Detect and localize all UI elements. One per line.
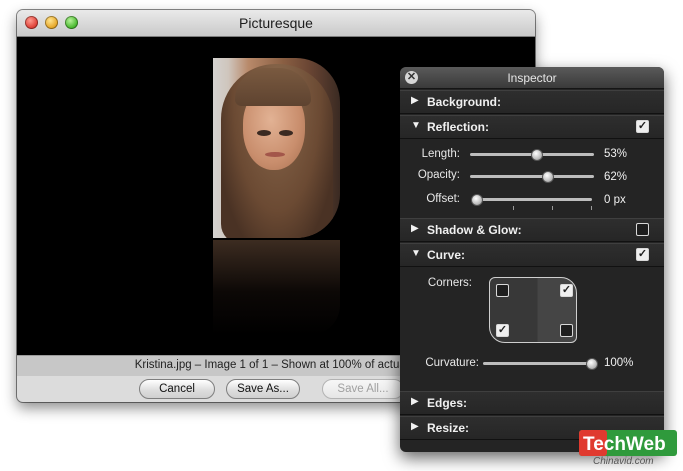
- section-label: Shadow & Glow:: [427, 223, 522, 237]
- watermark-logo: TechWeb Chinavid.com: [577, 428, 679, 467]
- save-all-button[interactable]: Save All...: [322, 379, 404, 399]
- photo-reflection: [213, 240, 340, 335]
- offset-value: 0 px: [604, 194, 626, 206]
- portrait-photo: [213, 58, 340, 238]
- disclosure-collapsed-icon[interactable]: ▶: [411, 95, 419, 106]
- length-label: Length:: [421, 148, 460, 160]
- section-label: Curve:: [427, 248, 466, 262]
- offset-tick: [552, 206, 553, 210]
- curvature-label: Curvature:: [425, 357, 479, 369]
- length-value: 53%: [604, 148, 628, 160]
- section-shadow-glow[interactable]: ▶ Shadow & Glow:: [400, 218, 664, 242]
- section-reflection[interactable]: ▼ Reflection: ✓: [400, 115, 664, 139]
- opacity-value: 62%: [604, 171, 628, 183]
- corner-top-right-checkbox[interactable]: ✓: [560, 284, 573, 297]
- corner-top-left-checkbox[interactable]: [496, 284, 509, 297]
- photo-mouth: [265, 152, 285, 157]
- inspector-panel: ✕ Inspector ▶ Background: ▼ Reflection: …: [400, 67, 664, 452]
- curvature-value: 100%: [604, 357, 634, 369]
- curvature-slider-track[interactable]: [483, 362, 593, 365]
- section-curve[interactable]: ▼ Curve: ✓: [400, 243, 664, 267]
- inspector-title: Inspector: [507, 71, 557, 85]
- offset-tick: [513, 206, 514, 210]
- corner-bottom-right-checkbox[interactable]: [560, 324, 573, 337]
- disclosure-collapsed-icon[interactable]: ▶: [411, 223, 419, 234]
- corner-bottom-left-checkbox[interactable]: ✓: [496, 324, 509, 337]
- offset-slider-thumb[interactable]: [471, 194, 483, 206]
- section-background[interactable]: ▶ Background:: [400, 90, 664, 114]
- photo-eye-right: [279, 130, 293, 136]
- section-label: Resize:: [427, 421, 470, 435]
- shadow-glow-enabled-checkbox[interactable]: [636, 223, 649, 236]
- section-label: Edges:: [427, 396, 468, 410]
- section-label: Background:: [427, 95, 502, 109]
- disclosure-expanded-icon[interactable]: ▼: [411, 248, 421, 259]
- reflection-enabled-checkbox[interactable]: ✓: [636, 120, 649, 133]
- corners-label: Corners:: [427, 277, 472, 289]
- inspector-titlebar[interactable]: ✕ Inspector: [400, 67, 664, 89]
- photo-eye-left: [257, 130, 271, 136]
- svg-text:Chinavid.com: Chinavid.com: [593, 456, 654, 466]
- offset-tick: [591, 206, 592, 210]
- svg-text:TechWeb: TechWeb: [583, 434, 666, 455]
- opacity-slider-thumb[interactable]: [541, 171, 554, 183]
- section-edges[interactable]: ▶ Edges:: [400, 391, 664, 415]
- techweb-logo-icon: TechWeb Chinavid.com: [579, 430, 677, 467]
- curve-enabled-checkbox[interactable]: ✓: [636, 248, 649, 261]
- disclosure-collapsed-icon[interactable]: ▶: [411, 421, 419, 432]
- opacity-slider-track[interactable]: [470, 175, 594, 178]
- save-as-button[interactable]: Save As...: [226, 379, 300, 399]
- offset-slider-track[interactable]: [472, 198, 592, 201]
- window-title: Picturesque: [239, 15, 313, 31]
- window-titlebar[interactable]: Picturesque: [17, 10, 535, 37]
- cancel-button[interactable]: Cancel: [139, 379, 215, 399]
- disclosure-expanded-icon[interactable]: ▼: [411, 120, 421, 131]
- section-label: Reflection:: [427, 120, 490, 134]
- curvature-slider-thumb[interactable]: [586, 358, 598, 370]
- opacity-label: Opacity:: [417, 169, 460, 181]
- corners-selector: ✓ ✓: [489, 277, 577, 343]
- offset-label: Offset:: [426, 193, 460, 205]
- length-slider-thumb[interactable]: [530, 149, 543, 161]
- disclosure-collapsed-icon[interactable]: ▶: [411, 396, 419, 407]
